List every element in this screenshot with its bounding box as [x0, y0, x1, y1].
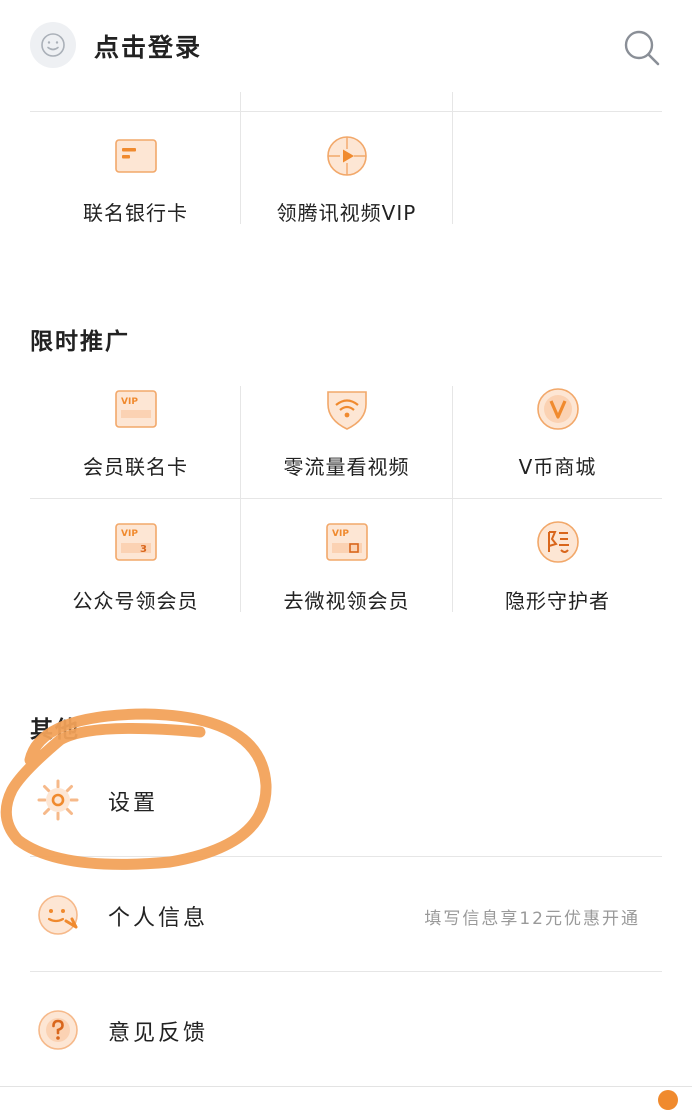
grid-item-label: 公众号领会员 — [72, 589, 199, 613]
hand-drawn-highlight-circle — [0, 708, 272, 870]
promo-tip: 填写信息享12元优惠开通 — [424, 909, 640, 929]
avatar[interactable] — [30, 22, 76, 68]
vip-month-icon: VIP — [326, 523, 368, 561]
smiley-face-icon — [41, 33, 65, 57]
bottom-bar-border — [0, 1086, 692, 1087]
feedback-question-icon — [38, 1010, 78, 1050]
grid-item-label: 会员联名卡 — [83, 455, 188, 479]
list-item-label: 个人信息 — [108, 906, 209, 931]
svg-text:3: 3 — [140, 544, 147, 555]
login-link[interactable]: 点击登录 — [94, 28, 202, 64]
grid-item-zero-data-video[interactable]: 零流量看视频 — [241, 386, 452, 498]
vip-card-icon: VIP — [115, 390, 157, 428]
list-item-label: 意见反馈 — [108, 1021, 209, 1046]
grid-item-official-account-vip[interactable]: VIP 3 公众号领会员 — [30, 499, 241, 613]
section-title-promo: 限时推广 — [30, 329, 130, 355]
svg-text:VIP: VIP — [121, 529, 138, 539]
divider — [30, 971, 662, 972]
grid-item-label: 隐形守护者 — [505, 589, 610, 613]
grid-item-weishi-vip[interactable]: VIP 去微视领会员 — [241, 499, 452, 613]
grid-item-tencent-video-vip[interactable]: 领腾讯视频VIP — [241, 111, 452, 225]
grid-item-v-coin-mall[interactable]: V币商城 — [452, 386, 663, 498]
grid-item-label: 零流量看视频 — [283, 455, 410, 479]
v-coin-icon — [537, 388, 579, 430]
notification-dot — [658, 1090, 678, 1110]
grid-item-bank-card[interactable]: 联名银行卡 — [30, 111, 241, 225]
bank-card-icon — [115, 139, 157, 173]
grid-item-label: 联名银行卡 — [83, 201, 188, 225]
grid-item-vip-card[interactable]: VIP 会员联名卡 — [30, 386, 241, 498]
svg-text:VIP: VIP — [332, 529, 349, 539]
vip-3day-icon: VIP 3 — [115, 523, 157, 561]
list-item-feedback[interactable]: 意见反馈 — [30, 975, 662, 1085]
grid-item-label: V币商城 — [518, 455, 597, 479]
search-button[interactable] — [622, 28, 662, 68]
grid-item-label: 去微视领会员 — [283, 589, 410, 613]
search-icon — [624, 30, 660, 66]
grid-item-label: 领腾讯视频VIP — [276, 201, 417, 225]
svg-text:VIP: VIP — [121, 397, 138, 407]
video-play-icon — [327, 136, 367, 176]
wifi-shield-icon — [327, 391, 367, 430]
hidden-guardian-icon — [537, 521, 579, 563]
grid-item-hidden-guardian[interactable]: 隐形守护者 — [452, 499, 663, 613]
personal-info-icon — [38, 895, 78, 935]
